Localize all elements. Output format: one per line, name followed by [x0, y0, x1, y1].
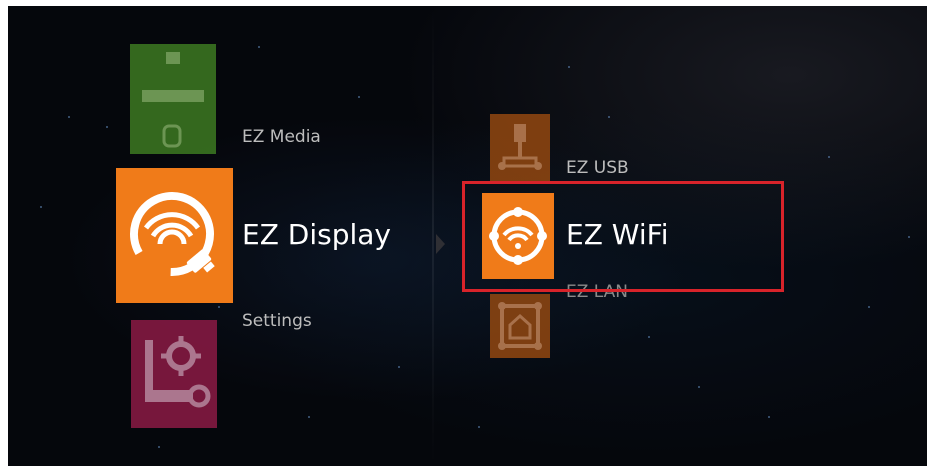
- usb-icon: [498, 124, 542, 170]
- ezcast-home-screen: EZ Media EZ Display Settings EZ USB EZ W…: [8, 6, 927, 466]
- wifi-display-icon: [130, 192, 215, 276]
- menu-tile-ez-display[interactable]: [116, 168, 233, 303]
- menu-label-ez-usb: EZ USB: [566, 158, 629, 178]
- menu-tile-ez-usb[interactable]: [490, 114, 550, 182]
- selection-highlight-box: [462, 181, 784, 292]
- column-divider: [432, 6, 434, 466]
- menu-label-ez-media: EZ Media: [242, 127, 321, 147]
- settings-icon: [145, 336, 211, 408]
- menu-tile-ez-media[interactable]: [130, 44, 216, 154]
- lan-icon: [498, 302, 542, 350]
- menu-label-settings: Settings: [242, 311, 312, 331]
- menu-label-ez-display: EZ Display: [242, 218, 391, 251]
- menu-tile-ez-lan[interactable]: [490, 294, 550, 358]
- media-icon: [142, 52, 204, 148]
- chevron-right-icon: [436, 234, 445, 254]
- menu-tile-settings[interactable]: [131, 320, 217, 428]
